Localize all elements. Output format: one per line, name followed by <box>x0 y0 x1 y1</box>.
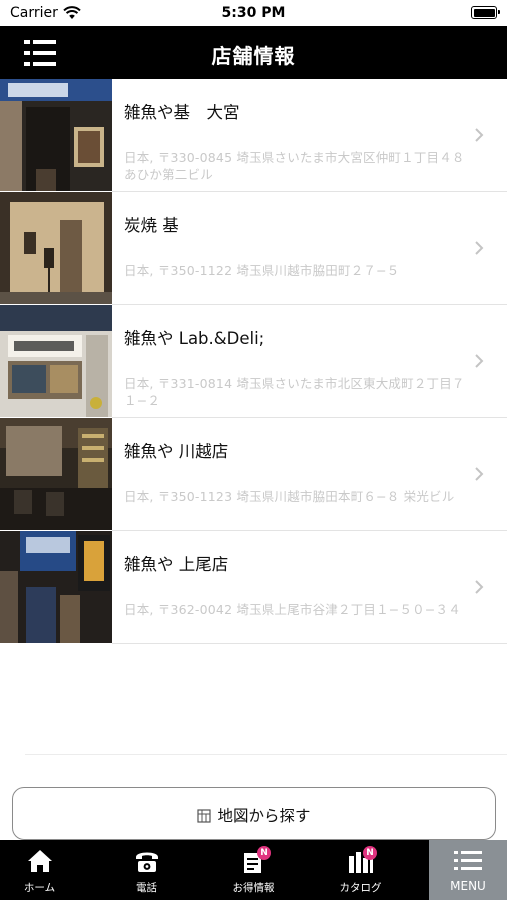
store-photo <box>0 305 112 417</box>
store-name: 雑魚や Lab.&Deli; <box>124 329 265 348</box>
tab-bar: ホーム 電話 N お得情報 N カタログ MENU <box>0 840 507 900</box>
tab-menu[interactable]: MENU <box>429 840 507 900</box>
store-name: 雑魚や基 大宮 <box>124 103 240 122</box>
store-address: 日本, 〒350-1123 埼玉県川越市脇田本町６−８ 栄光ビル <box>124 489 455 504</box>
store-address: 日本, 〒330-0845 埼玉県さいたま市大宮区仲町１丁目４８ あひか第二ビル <box>124 150 465 182</box>
store-item-sumiyaki[interactable]: 炭焼 基 日本, 〒350-1122 埼玉県川越市脇田町２７−５ <box>0 192 507 305</box>
map-search-button[interactable]: 地図から探す <box>12 787 496 840</box>
tab-label: ホーム <box>23 882 56 894</box>
map-button-label: 地図から探す <box>217 807 311 825</box>
tab-catalog[interactable]: N カタログ <box>321 840 400 900</box>
chevron-right-icon <box>475 467 484 481</box>
store-list: 雑魚や基 大宮 日本, 〒330-0845 埼玉県さいたま市大宮区仲町１丁目４８… <box>0 79 507 644</box>
store-item-ageo[interactable]: 雑魚や 上尾店 日本, 〒362-0042 埼玉県上尾市谷津２丁目１−５０−３４ <box>0 531 507 644</box>
store-photo <box>0 418 112 530</box>
list-divider <box>25 754 507 755</box>
store-name: 雑魚や 川越店 <box>124 442 229 461</box>
app-header: 店舗情報 <box>0 26 507 79</box>
tab-phone[interactable]: 電話 <box>107 840 186 900</box>
new-badge: N <box>257 846 271 860</box>
store-address: 日本, 〒331-0814 埼玉県さいたま市北区東大成町２丁目７１−２ <box>124 376 465 408</box>
store-photo <box>0 79 112 191</box>
chevron-right-icon <box>475 354 484 368</box>
store-address: 日本, 〒362-0042 埼玉県上尾市谷津２丁目１−５０−３４ <box>124 602 461 617</box>
store-photo <box>0 192 112 304</box>
tab-label: 電話 <box>136 882 157 894</box>
map-icon <box>197 809 212 823</box>
menu-icon <box>454 851 482 870</box>
new-badge: N <box>363 846 377 860</box>
store-item-lab-deli[interactable]: 雑魚や Lab.&Deli; 日本, 〒331-0814 埼玉県さいたま市北区東… <box>0 305 507 418</box>
chevron-right-icon <box>475 128 484 142</box>
status-bar: Carrier 5:30 PM <box>0 0 507 26</box>
store-name: 炭焼 基 <box>124 216 179 235</box>
store-address: 日本, 〒350-1122 埼玉県川越市脇田町２７−５ <box>124 263 400 278</box>
phone-icon <box>135 852 158 872</box>
tab-home[interactable]: ホーム <box>0 840 79 900</box>
store-photo <box>0 531 112 643</box>
chevron-right-icon <box>475 241 484 255</box>
tab-label: MENU <box>450 879 486 893</box>
store-item-omiya[interactable]: 雑魚や基 大宮 日本, 〒330-0845 埼玉県さいたま市大宮区仲町１丁目４８… <box>0 79 507 192</box>
tab-label: お得情報 <box>232 882 275 894</box>
store-name: 雑魚や 上尾店 <box>124 555 229 574</box>
tab-deals[interactable]: N お得情報 <box>214 840 293 900</box>
tab-label: カタログ <box>339 882 382 894</box>
clock: 5:30 PM <box>221 5 286 21</box>
store-item-kawagoe[interactable]: 雑魚や 川越店 日本, 〒350-1123 埼玉県川越市脇田本町６−８ 栄光ビル <box>0 418 507 531</box>
page-title: 店舗情報 <box>211 44 296 68</box>
chevron-right-icon <box>475 580 484 594</box>
home-icon <box>27 850 52 872</box>
battery-icon <box>471 6 500 19</box>
